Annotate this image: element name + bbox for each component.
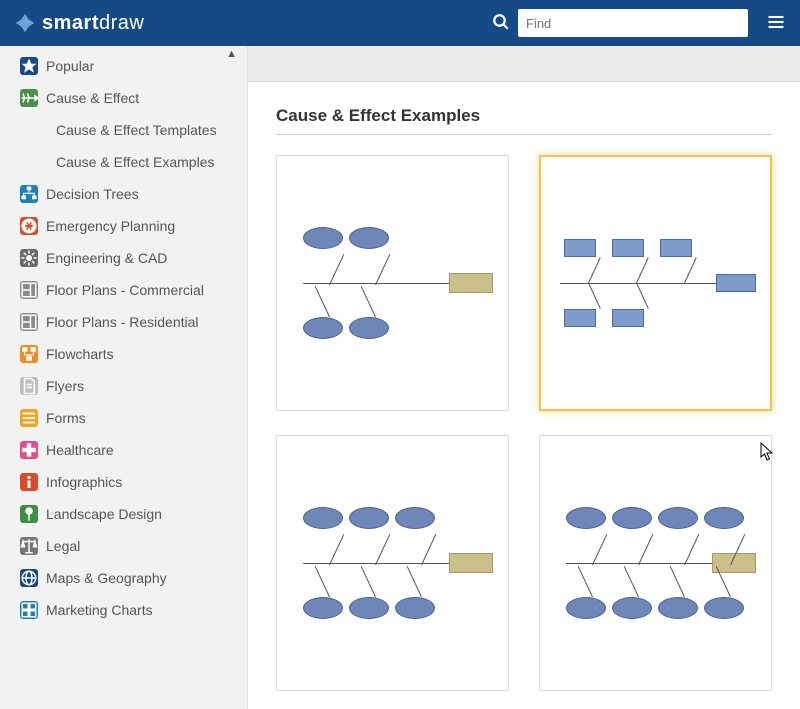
search-icon[interactable] [492,13,510,34]
template-grid [276,155,772,691]
brand-mark-icon [14,12,36,34]
sidebar-item-label: Engineering & CAD [46,250,167,266]
template-thumbnail [293,223,493,343]
main-area: Cause & Effect Examples [248,46,800,709]
hamburger-menu-icon[interactable] [766,12,786,35]
sidebar-item-label: Maps & Geography [46,570,167,586]
sidebar-item-label: Healthcare [46,442,114,458]
sidebar-item-landscape-design[interactable]: Landscape Design [0,498,247,530]
template-card-cause-effect-ovals-2[interactable] [276,435,509,691]
sidebar-item-label: Floor Plans - Residential [46,314,199,330]
star-icon [20,57,38,75]
alert-icon [20,217,38,235]
brand-logo: smartdraw [14,12,144,35]
form-icon [20,409,38,427]
sidebar-item-label: Flowcharts [46,346,114,362]
globe-icon [20,569,38,587]
sidebar-item-legal[interactable]: Legal [0,530,247,562]
floorplan-icon [20,281,38,299]
sidebar-subitem-cause-effect-examples[interactable]: Cause & Effect Examples [0,146,247,178]
sidebar-item-popular[interactable]: Popular [0,50,247,82]
sidebar-item-engineering-cad[interactable]: Engineering & CAD [0,242,247,274]
grid-icon [20,601,38,619]
app-header: smartdraw [0,0,800,46]
search-input[interactable] [518,9,748,37]
fishbone-icon [20,89,38,107]
sidebar-item-label: Forms [46,410,86,426]
category-sidebar: ▲ Popular Cause & Effect Cause & Effect Te… [0,46,248,709]
sidebar-item-label: Landscape Design [46,506,162,522]
scales-icon [20,537,38,555]
sidebar-item-label: Infographics [46,474,122,490]
sidebar-item-label: Floor Plans - Commercial [46,282,204,298]
sidebar-item-maps-geography[interactable]: Maps & Geography [0,562,247,594]
template-card-cause-effect-boxes[interactable] [539,155,772,411]
page-icon [20,377,38,395]
flowchart-icon [20,345,38,363]
tree-icon [20,185,38,203]
sidebar-item-label: Decision Trees [46,186,139,202]
sidebar-item-infographics[interactable]: Infographics [0,466,247,498]
brand-text: smartdraw [42,12,144,35]
sidebar-item-label: Popular [46,58,94,74]
sidebar-item-label: Legal [46,538,80,554]
medical-icon [20,441,38,459]
sidebar-item-emergency-planning[interactable]: Emergency Planning [0,210,247,242]
landscape-icon [20,505,38,523]
sidebar-item-flyers[interactable]: Flyers [0,370,247,402]
floorplan-icon [20,313,38,331]
sidebar-item-healthcare[interactable]: Healthcare [0,434,247,466]
sidebar-item-label: Flyers [46,378,84,394]
sidebar-item-decision-trees[interactable]: Decision Trees [0,178,247,210]
info-icon [20,473,38,491]
template-thumbnail [293,503,493,623]
template-card-cause-effect-ovals-1[interactable] [276,155,509,411]
template-card-cause-effect-ovals-3[interactable] [539,435,772,691]
main-content: Cause & Effect Examples [248,82,800,709]
sidebar-item-label: Cause & Effect [46,90,139,106]
sidebar-item-forms[interactable]: Forms [0,402,247,434]
sidebar-item-cause-effect[interactable]: Cause & Effect [0,82,247,114]
search-area [492,9,748,37]
sidebar-item-floor-plans-commercial[interactable]: Floor Plans - Commercial [0,274,247,306]
template-thumbnail [556,223,756,343]
sidebar-item-marketing-charts[interactable]: Marketing Charts [0,594,247,626]
sidebar-item-flowcharts[interactable]: Flowcharts [0,338,247,370]
collapse-caret-icon[interactable]: ▲ [226,48,237,60]
main-ribbon [248,46,800,82]
sidebar-item-label: Marketing Charts [46,602,153,618]
gear-icon [20,249,38,267]
section-title: Cause & Effect Examples [276,106,772,135]
sidebar-item-floor-plans-residential[interactable]: Floor Plans - Residential [0,306,247,338]
sidebar-item-label: Emergency Planning [46,218,175,234]
template-thumbnail [556,503,756,623]
sidebar-subitem-cause-effect-templates[interactable]: Cause & Effect Templates [0,114,247,146]
